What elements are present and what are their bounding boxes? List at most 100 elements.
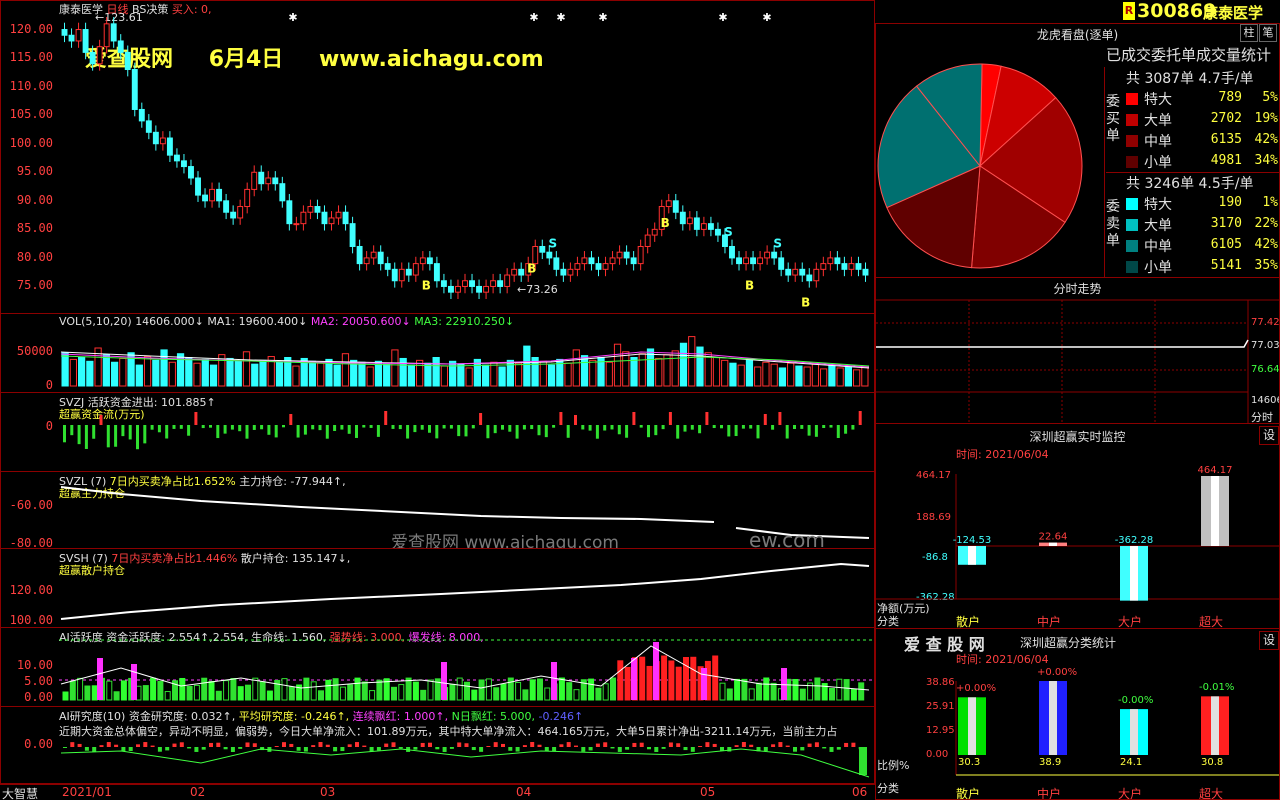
activity-bar bbox=[347, 684, 354, 701]
activity-bar bbox=[690, 656, 697, 701]
research-bar bbox=[632, 742, 637, 747]
activity-bar bbox=[515, 681, 522, 701]
candle-body bbox=[623, 251, 630, 259]
svsh-panel[interactable]: SVSH (7) 7日内买卖净占比1.446% 散户持仓: 135.147↓, … bbox=[0, 548, 875, 628]
monitor-bar-group bbox=[1201, 476, 1229, 546]
candle-body bbox=[693, 217, 700, 230]
candle-body bbox=[356, 245, 363, 265]
fund-flow-bar bbox=[311, 425, 315, 430]
fund-flow-bar bbox=[603, 425, 607, 431]
activity-bar bbox=[193, 684, 200, 701]
fund-flow-bar bbox=[362, 425, 366, 428]
research-bar bbox=[128, 747, 133, 752]
monitor-category: 中户 bbox=[1037, 615, 1062, 629]
fund-flow-bar bbox=[289, 414, 293, 425]
star-icon: ✱ bbox=[762, 11, 771, 24]
candle-body bbox=[462, 280, 468, 287]
volume-bar bbox=[251, 363, 259, 387]
fund-flow-bar bbox=[639, 425, 643, 428]
fund-flow-bar bbox=[106, 425, 110, 448]
lhb-title: 龙虎看盘(逐单) bbox=[1036, 28, 1119, 42]
fund-flow-bar bbox=[194, 412, 198, 425]
tick-toggle-button[interactable]: 笔 bbox=[1259, 24, 1277, 42]
fund-flow-bar bbox=[238, 425, 242, 432]
ai-active-panel[interactable]: AI活跃度 资金活跃度: 2.554↑,2.554, 生命线: 1.560, 强… bbox=[0, 627, 875, 707]
activity-bar bbox=[303, 677, 310, 701]
activity-bar bbox=[252, 677, 259, 701]
fund-flow-bar bbox=[333, 425, 337, 432]
candle-body bbox=[469, 280, 475, 287]
buy-order-row: 中单 bbox=[1126, 131, 1172, 151]
activity-bar bbox=[259, 681, 266, 701]
buy-signal-marker: B bbox=[661, 216, 670, 230]
volume-bar bbox=[259, 359, 267, 387]
volume-bar bbox=[506, 359, 514, 387]
research-bar bbox=[763, 747, 768, 752]
x-tick-jan: 2021/01 bbox=[62, 785, 112, 799]
research-bar bbox=[595, 743, 600, 747]
fund-flow-bar bbox=[165, 425, 169, 439]
candle-body bbox=[616, 251, 623, 259]
research-bar bbox=[683, 747, 688, 751]
fund-flow-bar bbox=[340, 425, 344, 430]
fund-flow-bar bbox=[457, 425, 461, 437]
activity-bar bbox=[617, 660, 624, 701]
activity-bar bbox=[332, 678, 339, 701]
svsh-line bbox=[60, 562, 870, 620]
activity-bar bbox=[208, 680, 215, 701]
activity-bar bbox=[734, 678, 741, 701]
svzl-panel[interactable]: SVZL (7) 7日内买卖净占比1.652% 主力持仓: -77.944↑, … bbox=[0, 471, 875, 549]
ai-research-panel[interactable]: AI研究度(10) 资金研究度: 0.032↑, 平均研究度: -0.246↑,… bbox=[0, 706, 875, 784]
candle-body bbox=[630, 257, 637, 265]
volume-bar bbox=[317, 362, 325, 387]
activity-bar bbox=[756, 682, 762, 701]
activity-bar bbox=[485, 678, 492, 701]
fund-flow-bar bbox=[851, 425, 855, 430]
volume-bar bbox=[185, 357, 193, 387]
activity-bar bbox=[157, 680, 164, 701]
activity-bar bbox=[62, 691, 69, 701]
research-bar bbox=[698, 745, 703, 747]
volume-bar bbox=[209, 364, 218, 387]
candle-body bbox=[412, 263, 419, 276]
sell-signal-marker: S bbox=[724, 225, 733, 239]
fenshi-panel[interactable]: 分时走势 77.42 77.03 76.64 14606 分时 bbox=[875, 277, 1280, 424]
activity-bar bbox=[120, 680, 127, 701]
research-bar bbox=[661, 747, 666, 749]
candle-body bbox=[539, 245, 546, 253]
fund-flow-bar bbox=[858, 411, 862, 425]
bar-toggle-button[interactable]: 柱 bbox=[1240, 24, 1258, 42]
fund-flow-bar bbox=[493, 425, 497, 434]
activity-bar bbox=[376, 679, 383, 701]
monitor-bar-highlight bbox=[968, 546, 976, 565]
volume-panel[interactable]: VOL(5,10,20) 14606.000↓ MA1: 19600.400↓ … bbox=[0, 313, 875, 393]
sell-order-count: 5141 bbox=[1210, 258, 1242, 273]
volume-bar bbox=[787, 362, 795, 387]
research-bar bbox=[340, 747, 345, 752]
volume-bar bbox=[514, 362, 523, 387]
candle-body bbox=[75, 29, 82, 42]
svzj-panel[interactable]: SVZJ 活跃资金进出: 101.885↑ 超赢资金流(万元) 0 bbox=[0, 392, 875, 472]
buy-order-row: 大单 bbox=[1126, 110, 1172, 130]
fund-flow-bar bbox=[128, 425, 132, 440]
classify-value-label: 30.3 bbox=[958, 757, 981, 768]
activity-bar bbox=[792, 678, 799, 701]
fund-flow-bar bbox=[771, 425, 775, 430]
candle-body bbox=[279, 183, 286, 202]
research-bar bbox=[435, 747, 440, 750]
research-bar bbox=[187, 747, 192, 749]
price-chart-panel[interactable]: 康泰医学 日线 BS决策 买入: 0, 120.00 115.00 110.00 10… bbox=[0, 0, 875, 314]
fund-flow-bar bbox=[756, 425, 760, 439]
volume-bar bbox=[861, 366, 869, 387]
classify-category: 中户 bbox=[1037, 787, 1062, 800]
candle-body bbox=[61, 29, 68, 36]
research-bar bbox=[771, 744, 776, 747]
star-icon: ✱ bbox=[288, 11, 297, 24]
fenshi-tick-1: 77.42 bbox=[1251, 317, 1280, 328]
activity-bar bbox=[230, 678, 237, 701]
candlestick-chart[interactable]: BBBBBSSS✱ ✱ ✱ ✱ ✱ ✱ bbox=[1, 1, 875, 314]
volume-bar bbox=[424, 362, 432, 387]
classify-bar-chart bbox=[955, 681, 1279, 776]
classify-category: 散户 bbox=[956, 787, 981, 800]
volume-bar bbox=[811, 363, 820, 387]
